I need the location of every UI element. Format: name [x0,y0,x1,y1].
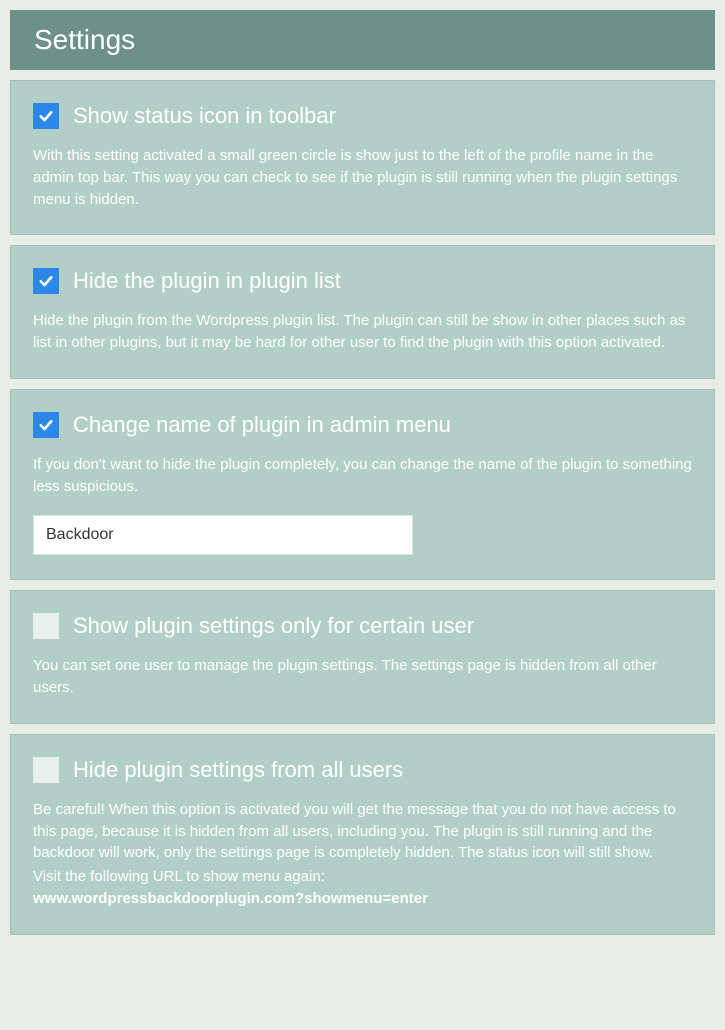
option-row: Show status icon in toolbar [33,103,692,129]
description-extra-line: Visit the following URL to show menu aga… [33,866,692,888]
option-label: Change name of plugin in admin menu [73,412,451,438]
option-label: Show plugin settings only for certain us… [73,613,474,639]
option-description: You can set one user to manage the plugi… [33,655,692,699]
checkbox-status-icon[interactable] [33,103,59,129]
option-row: Hide the plugin in plugin list [33,268,692,294]
plugin-name-input[interactable] [33,515,413,555]
checkbox-hide-all[interactable] [33,757,59,783]
option-description: Be careful! When this option is activate… [33,799,692,910]
checkbox-change-name[interactable] [33,412,59,438]
checkbox-certain-user[interactable] [33,613,59,639]
option-panel-status-icon: Show status icon in toolbar With this se… [10,80,715,235]
option-row: Change name of plugin in admin menu [33,412,692,438]
description-text: Be careful! When this option is activate… [33,801,676,862]
description-url: www.wordpressbackdoorplugin.com?showmenu… [33,890,428,907]
option-panel-hide-all: Hide plugin settings from all users Be c… [10,734,715,935]
check-icon [37,416,55,434]
option-label: Hide the plugin in plugin list [73,268,341,294]
option-description: Hide the plugin from the Wordpress plugi… [33,310,692,354]
option-panel-hide-plugin-list: Hide the plugin in plugin list Hide the … [10,245,715,379]
check-icon [37,107,55,125]
check-icon [37,272,55,290]
option-description: With this setting activated a small gree… [33,145,692,210]
option-label: Show status icon in toolbar [73,103,336,129]
option-label: Hide plugin settings from all users [73,757,403,783]
page-title: Settings [10,10,715,70]
option-description: If you don't want to hide the plugin com… [33,454,692,498]
option-row: Hide plugin settings from all users [33,757,692,783]
option-row: Show plugin settings only for certain us… [33,613,692,639]
option-panel-certain-user: Show plugin settings only for certain us… [10,590,715,724]
checkbox-hide-plugin-list[interactable] [33,268,59,294]
option-panel-change-name: Change name of plugin in admin menu If y… [10,389,715,581]
